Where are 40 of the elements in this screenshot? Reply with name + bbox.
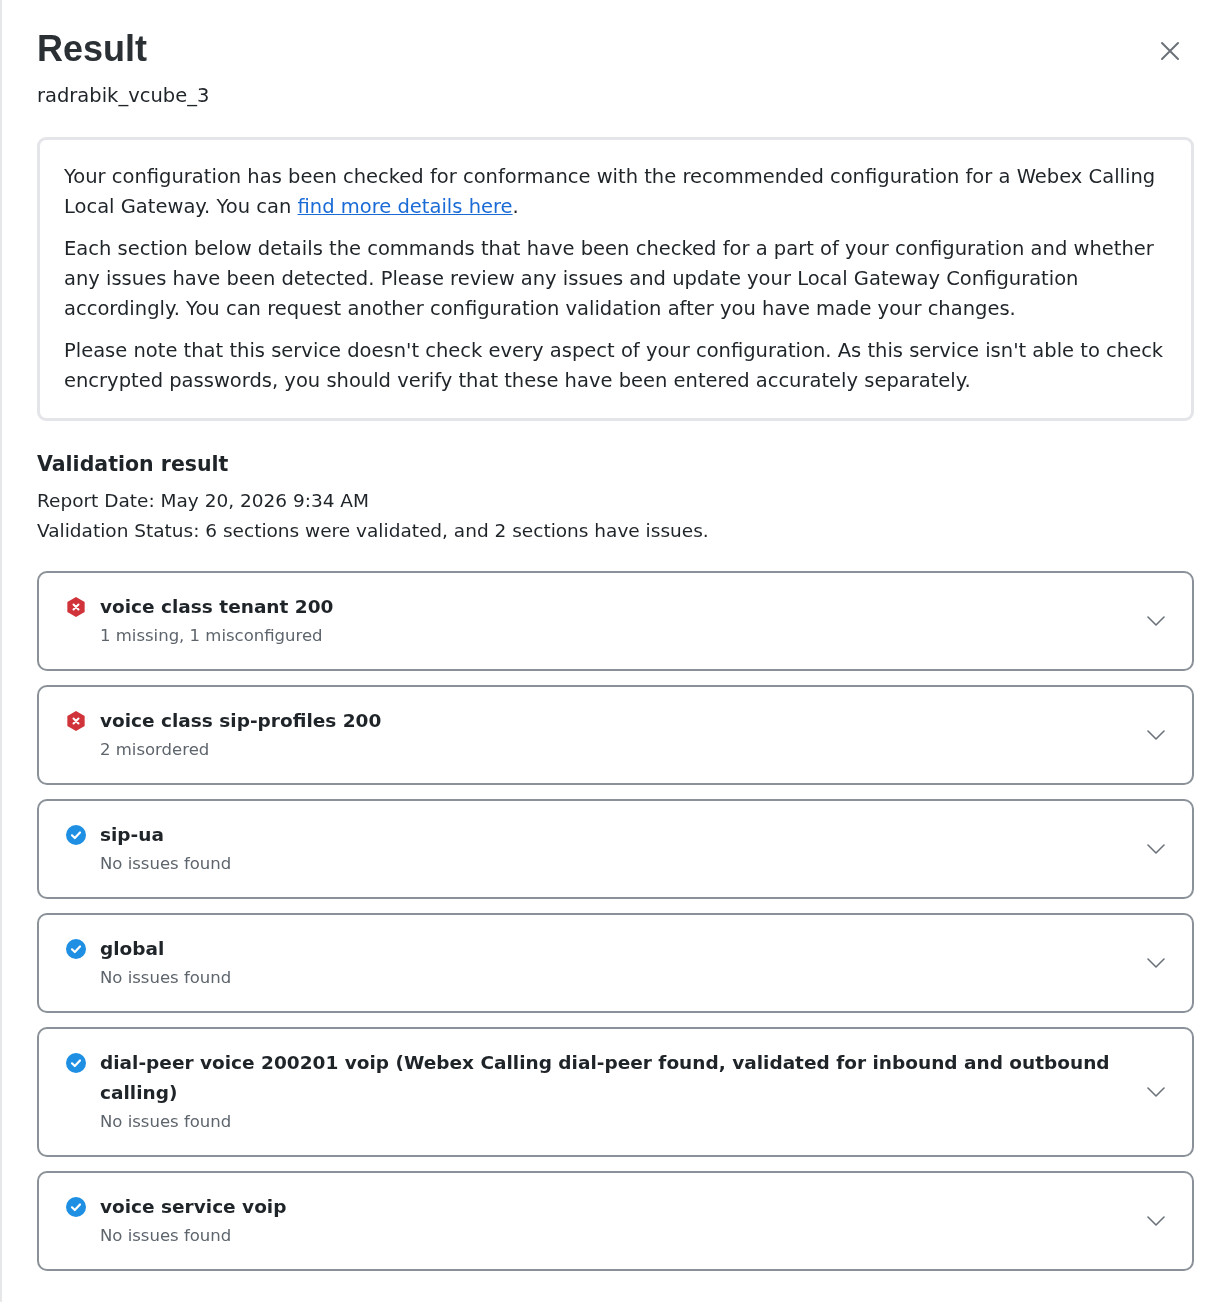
- accordion-summary: No issues found: [100, 1225, 233, 1247]
- chevron-down-icon[interactable]: [1147, 1087, 1165, 1097]
- accordion-title: dial-peer voice 200201 voip (Webex Calling dial-peer found, validated for inbound and outbound calling): [100, 1051, 1111, 1105]
- error-icon: [66, 597, 86, 617]
- accordion-summary: No issues found: [100, 1111, 233, 1133]
- accordion-title: voice class sip-profiles 200: [100, 709, 383, 733]
- accordion-title: voice service voip: [100, 1195, 288, 1219]
- close-icon[interactable]: [1160, 41, 1180, 61]
- accordion-title: global: [100, 937, 166, 961]
- check-circle-icon: [66, 939, 86, 959]
- validation-status: Validation Status: 6 sections were validated, and 2 sections have issues.: [37, 519, 710, 543]
- accordion-summary: 1 missing, 1 misconfigured: [100, 625, 324, 647]
- info-paragraph: Your configuration has been checked for conformance with the recommended configuration for a Webex Calling Local Gateway. You can find more details here.: [64, 164, 1157, 220]
- accordion-item[interactable]: voice class tenant 200 1 missing, 1 misconfigured: [37, 571, 1194, 671]
- accordion-item[interactable]: dial-peer voice 200201 voip (Webex Calling dial-peer found, validated for inbound and outbound calling) No issues found: [37, 1027, 1194, 1157]
- details-link[interactable]: find more details here: [297, 195, 513, 218]
- accordion-item[interactable]: global No issues found: [37, 913, 1194, 1013]
- accordion-summary: No issues found: [100, 853, 233, 875]
- accordion-title: sip-ua: [100, 823, 165, 847]
- check-circle-icon: [66, 825, 86, 845]
- info-paragraph: Please note that this service doesn't check every aspect of your configuration. As this service isn't able to check encrypted passwords, you should verify that these have been entered accurately separately.: [64, 338, 1165, 394]
- check-circle-icon: [66, 1053, 86, 1073]
- report-date: Report Date: May 20, 2026 9:34 AM: [37, 489, 370, 513]
- accordion-item[interactable]: voice class sip-profiles 200 2 misordered: [37, 685, 1194, 785]
- accordion-summary: 2 misordered: [100, 739, 211, 761]
- section-heading: Validation result: [37, 451, 230, 478]
- accordion-title: voice class tenant 200: [100, 595, 335, 619]
- accordion-summary: No issues found: [100, 967, 233, 989]
- chevron-down-icon[interactable]: [1147, 730, 1165, 740]
- accordion-item[interactable]: voice service voip No issues found: [37, 1171, 1194, 1271]
- panel-title: Result: [37, 27, 148, 71]
- accordion-item[interactable]: sip-ua No issues found: [37, 799, 1194, 899]
- gateway-name: radrabik_vcube_3: [37, 83, 211, 109]
- chevron-down-icon[interactable]: [1147, 844, 1165, 854]
- info-paragraph: Each section below details the commands that have been checked for a part of your configuration and whether any issues have been detected. Please review any issues and update your Local Gateway Configuration accordingly. You can request another configuration validation after you have made your changes.: [64, 236, 1155, 322]
- chevron-down-icon[interactable]: [1147, 958, 1165, 968]
- check-circle-icon: [66, 1197, 86, 1217]
- chevron-down-icon[interactable]: [1147, 616, 1165, 626]
- error-icon: [66, 711, 86, 731]
- chevron-down-icon[interactable]: [1147, 1216, 1165, 1226]
